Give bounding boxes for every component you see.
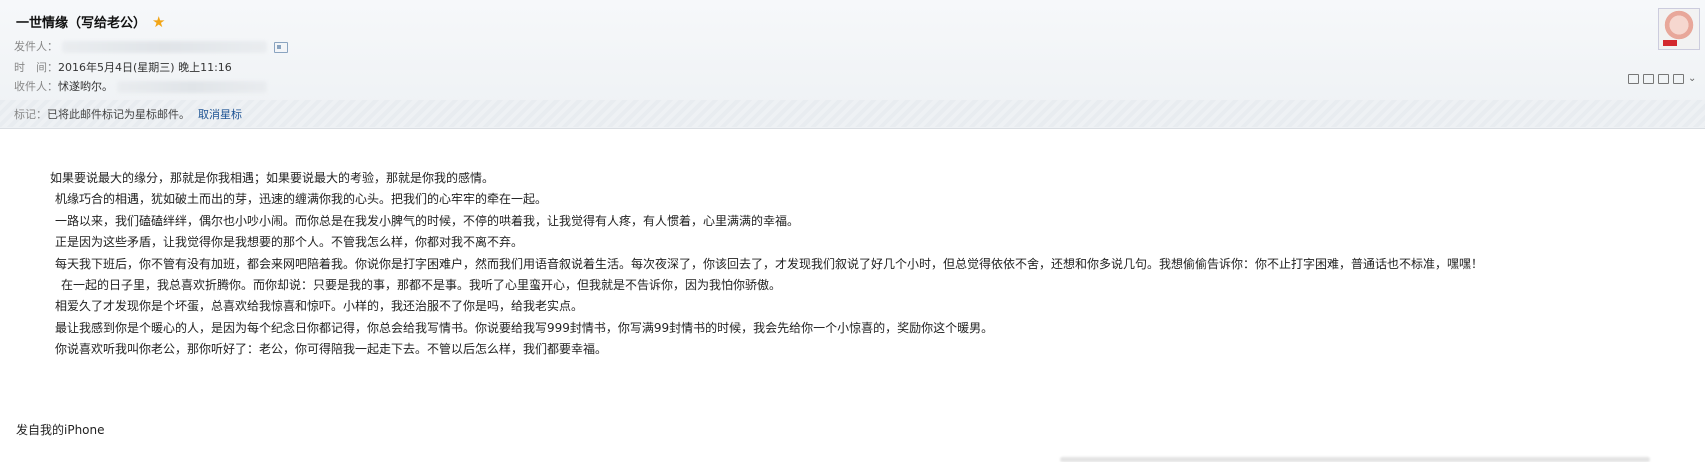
time-label: 时 间： (14, 61, 58, 74)
body-paragraph: 在一起的日子里，我总喜欢折腾你。而你却说：只要是我的事，那都不是事。我听了心里蛮… (61, 278, 782, 293)
mail-header: 一世情缘（写给老公） ★ 发件人： 时 间：2016年5月4日(星期三) 晚上11… (0, 0, 1705, 129)
body-paragraph: 如果要说最大的缘分，那就是你我相遇；如果要说最大的考验，那就是你我的感情。 (50, 171, 495, 185)
body-paragraph: 每天我下班后，你不管有没有加班，都会来网吧陪着我。你说你是打字困难户，然而我们用… (55, 256, 1484, 271)
time-row: 时 间：2016年5月4日(星期三) 晚上11:16 (14, 59, 232, 75)
subject-text: 一世情缘（写给老公） (16, 16, 147, 31)
contact-card-icon[interactable] (274, 41, 288, 53)
sender-redacted (61, 41, 267, 53)
star-icon[interactable]: ★ (152, 13, 165, 31)
new-window-icon[interactable] (1628, 74, 1639, 84)
tag-message: 已将此邮件标记为星标邮件。 (47, 108, 190, 121)
sender-row: 发件人： (14, 38, 288, 54)
unstar-link[interactable]: 取消星标 (198, 108, 242, 121)
tag-bar: 标记：已将此邮件标记为星标邮件。 取消星标 (0, 100, 1705, 127)
tag-text: 标记：已将此邮件标记为星标邮件。 取消星标 (14, 106, 242, 122)
mail-body: 如果要说最大的缘分，那就是你我相遇；如果要说最大的考验，那就是你我的感情。 机缘… (16, 168, 1691, 361)
recipient-value[interactable]: 怵遂哟尔。 (58, 80, 113, 93)
body-paragraph: 最让我感到你是个暖心的人，是因为每个纪念日你都记得，你总会给我写情书。你说要给我… (55, 320, 994, 335)
tag-label: 标记： (14, 108, 47, 121)
mail-signature: 发自我的iPhone (16, 423, 105, 437)
recipient-label: 收件人： (14, 80, 58, 93)
sender-avatar[interactable] (1658, 8, 1700, 50)
recipient-redacted (116, 81, 267, 93)
copy-icon[interactable] (1643, 74, 1654, 84)
chevron-down-icon[interactable]: ⌄ (1688, 74, 1698, 84)
horizontal-scrollbar[interactable] (1060, 457, 1650, 462)
export-icon[interactable] (1658, 74, 1669, 84)
body-paragraph: 你说喜欢听我叫你老公，那你听好了：老公，你可得陪我一起走下去。不管以后怎么样，我… (55, 342, 608, 357)
body-paragraph: 正是因为这些矛盾，让我觉得你是我想要的那个人。不管我怎么样，你都对我不离不弃。 (55, 235, 524, 250)
mail-toolbar: ⌄ (1628, 74, 1698, 84)
body-paragraph: 机缘巧合的相遇，犹如破土而出的芽，迅速的缠满你我的心头。把我们的心牢牢的牵在一起… (55, 192, 548, 207)
print-icon[interactable] (1673, 74, 1684, 84)
mail-subject: 一世情缘（写给老公） ★ (16, 12, 165, 31)
recipient-row: 收件人：怵遂哟尔。 (14, 78, 267, 94)
body-paragraph: 一路以来，我们磕磕绊绊，偶尔也小吵小闹。而你总是在我发小脾气的时候，不停的哄着我… (55, 213, 800, 228)
time-value: 2016年5月4日(星期三) 晚上11:16 (58, 61, 232, 74)
body-paragraph: 相爱久了才发现你是个坏蛋，总喜欢给我惊喜和惊吓。小样的，我还治服不了你是吗，给我… (55, 299, 584, 314)
sender-label: 发件人： (14, 40, 58, 53)
